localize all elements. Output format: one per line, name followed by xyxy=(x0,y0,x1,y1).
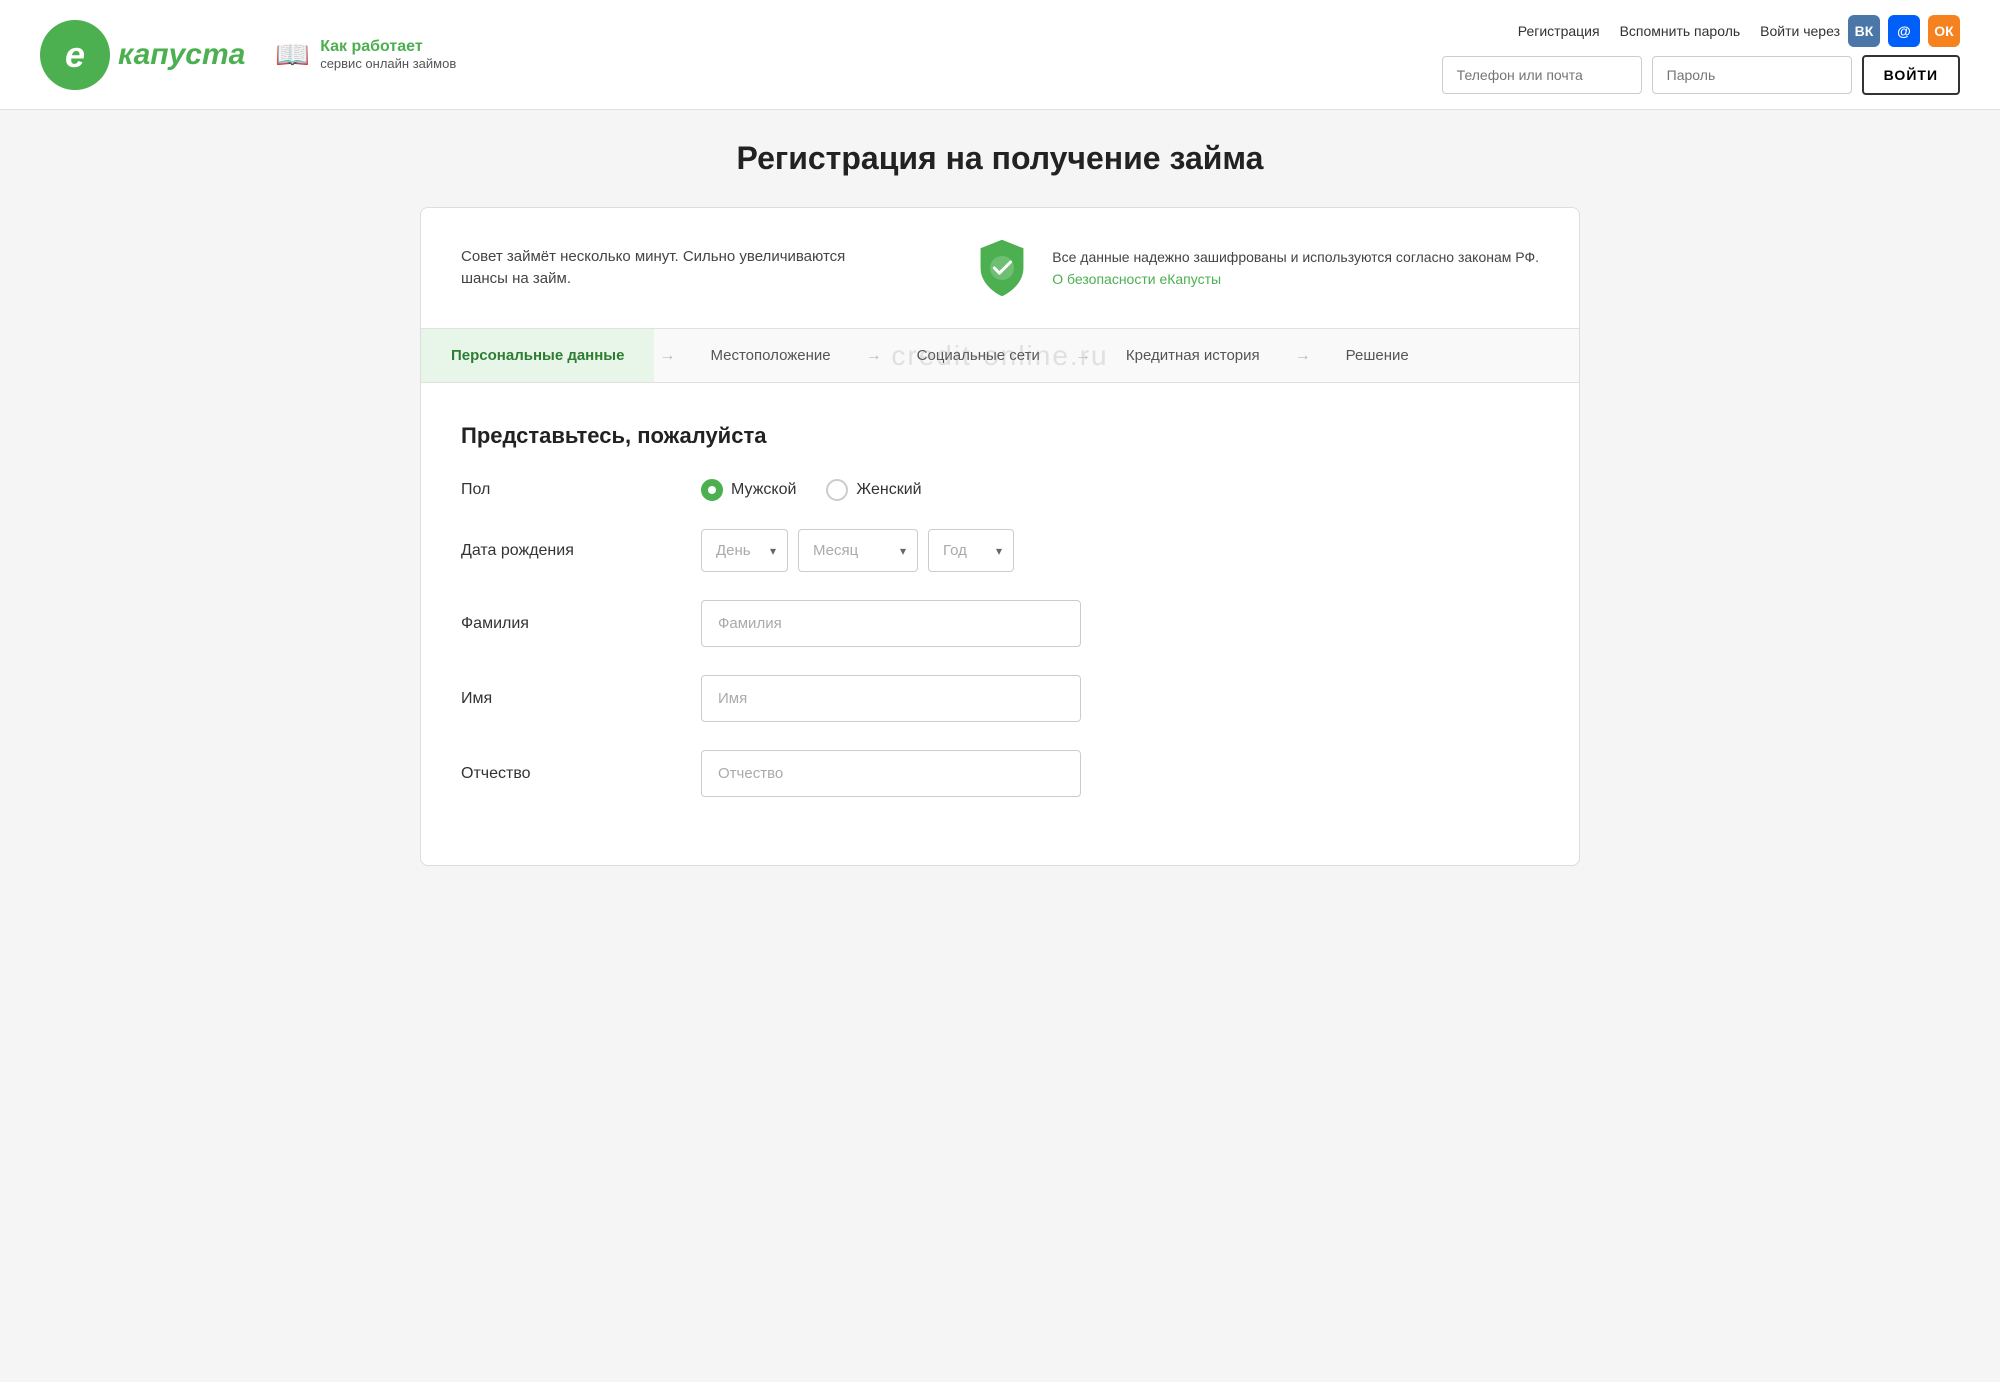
info-banner: Совет займёт несколько минут. Сильно уве… xyxy=(421,208,1579,329)
info-left-text: Совет займёт несколько минут. Сильно уве… xyxy=(461,246,861,291)
patronymic-label: Отчество xyxy=(461,765,681,783)
gender-male-radio[interactable] xyxy=(701,479,723,501)
gender-control: Мужской Женский xyxy=(701,479,1539,501)
gender-male-label: Мужской xyxy=(731,481,796,499)
form-section: Представьтесь, пожалуйста Пол Мужской Же… xyxy=(421,383,1579,865)
dob-day-select[interactable]: День 12345678910111213141516171819202122… xyxy=(701,529,788,572)
gender-label: Пол xyxy=(461,481,681,499)
social-login: Войти через ВК @ ОК xyxy=(1760,15,1960,47)
gender-male-option[interactable]: Мужской xyxy=(701,479,796,501)
step-credit-history[interactable]: Кредитная история xyxy=(1096,329,1290,382)
dob-day-wrapper: День 12345678910111213141516171819202122… xyxy=(701,529,788,572)
step-location[interactable]: Местоположение xyxy=(680,329,860,382)
shield-icon xyxy=(972,238,1032,298)
info-right: Все данные надежно зашифрованы и использ… xyxy=(972,238,1539,298)
logo-text: капуста xyxy=(118,38,245,72)
logo-icon: e xyxy=(40,20,110,90)
login-button[interactable]: ВОЙТИ xyxy=(1862,55,1960,95)
step-arrow-1: → xyxy=(654,347,680,365)
patronymic-row: Отчество xyxy=(461,750,1539,797)
gender-female-label: Женский xyxy=(856,481,921,499)
gender-row: Пол Мужской Женский xyxy=(461,479,1539,501)
header-right: Регистрация Вспомнить пароль Войти через… xyxy=(1442,15,1960,95)
dob-row: Дата рождения День 123456789101112131415… xyxy=(461,529,1539,572)
registration-card: Совет займёт несколько минут. Сильно уве… xyxy=(420,207,1580,866)
vk-login-button[interactable]: ВК xyxy=(1848,15,1880,47)
lastname-input[interactable] xyxy=(701,600,1081,647)
security-text: Все данные надежно зашифрованы и использ… xyxy=(1052,246,1539,268)
step-arrow-3: → xyxy=(1070,347,1096,365)
dob-month-wrapper: Месяц ЯнварьФевральМартАпрельМайИюньИюль… xyxy=(798,529,918,572)
firstname-row: Имя xyxy=(461,675,1539,722)
registration-link[interactable]: Регистрация xyxy=(1518,23,1600,39)
dob-year-select[interactable]: Год 200820072006200520042003200220012000… xyxy=(928,529,1014,572)
step-arrow-2: → xyxy=(861,347,887,365)
step-arrow-4: → xyxy=(1290,347,1316,365)
ok-login-button[interactable]: ОК xyxy=(1928,15,1960,47)
logo: e капуста xyxy=(40,20,245,90)
lastname-control xyxy=(701,600,1539,647)
steps-nav: Персональные данные → Местоположение → С… xyxy=(421,329,1579,383)
login-form: ВОЙТИ xyxy=(1442,55,1960,95)
mail-login-button[interactable]: @ xyxy=(1888,15,1920,47)
form-section-title: Представьтесь, пожалуйста xyxy=(461,423,1539,449)
header-links: Регистрация Вспомнить пароль Войти через… xyxy=(1518,15,1960,47)
firstname-label: Имя xyxy=(461,690,681,708)
lastname-row: Фамилия xyxy=(461,600,1539,647)
security-link[interactable]: О безопасности еКапусты xyxy=(1052,271,1221,287)
step-personal-data[interactable]: Персональные данные xyxy=(421,329,654,382)
gender-female-option[interactable]: Женский xyxy=(826,479,921,501)
how-line2: сервис онлайн займов xyxy=(320,56,456,71)
info-right-text: Все данные надежно зашифрованы и использ… xyxy=(1052,246,1539,291)
password-input[interactable] xyxy=(1652,56,1852,94)
header-left: e капуста 📖 Как работает сервис онлайн з… xyxy=(40,20,456,90)
how-line1: Как работает xyxy=(320,38,456,56)
steps-nav-wrapper: Персональные данные → Местоположение → С… xyxy=(421,329,1579,383)
patronymic-input[interactable] xyxy=(701,750,1081,797)
patronymic-control xyxy=(701,750,1539,797)
main-content: Регистрация на получение займа Совет зай… xyxy=(400,110,1600,896)
header: e капуста 📖 Как работает сервис онлайн з… xyxy=(0,0,2000,110)
firstname-input[interactable] xyxy=(701,675,1081,722)
step-social[interactable]: Социальные сети xyxy=(887,329,1070,382)
dob-month-select[interactable]: Месяц ЯнварьФевральМартАпрельМайИюньИюль… xyxy=(798,529,918,572)
social-login-label: Войти через xyxy=(1760,23,1840,39)
step-decision[interactable]: Решение xyxy=(1316,329,1439,382)
page-title: Регистрация на получение займа xyxy=(420,140,1580,177)
remind-password-link[interactable]: Вспомнить пароль xyxy=(1620,23,1741,39)
gender-female-radio[interactable] xyxy=(826,479,848,501)
dob-label: Дата рождения xyxy=(461,542,681,560)
book-icon: 📖 xyxy=(275,38,310,71)
dob-year-wrapper: Год 200820072006200520042003200220012000… xyxy=(928,529,1014,572)
dob-control: День 12345678910111213141516171819202122… xyxy=(701,529,1539,572)
how-it-works-link[interactable]: 📖 Как работает сервис онлайн займов xyxy=(275,38,456,71)
lastname-label: Фамилия xyxy=(461,615,681,633)
firstname-control xyxy=(701,675,1539,722)
phone-email-input[interactable] xyxy=(1442,56,1642,94)
